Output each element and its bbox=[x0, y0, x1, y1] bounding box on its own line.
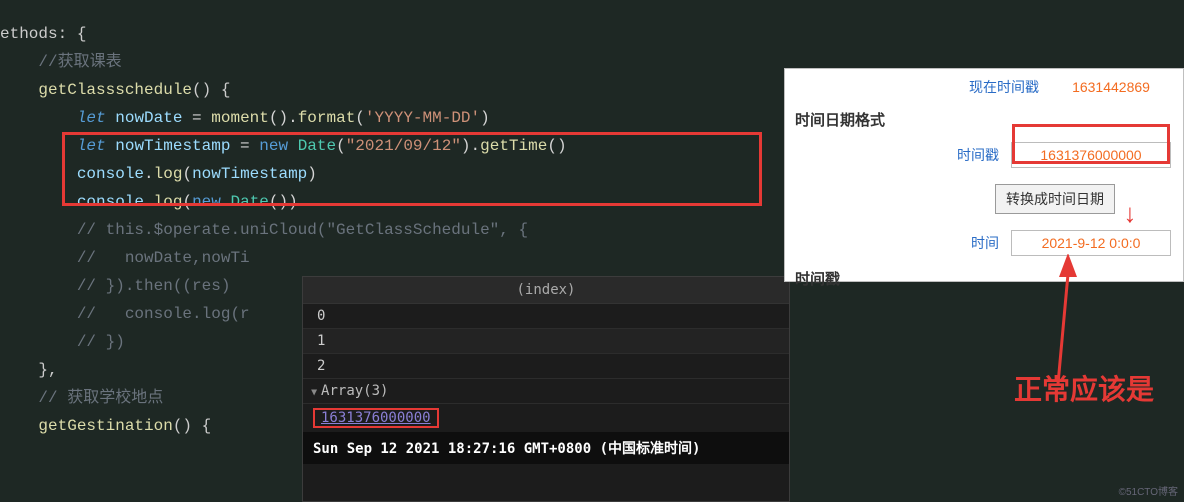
now-timestamp-value: 1631442869 bbox=[1051, 79, 1171, 95]
convert-button[interactable]: 转换成时间日期 bbox=[995, 184, 1115, 214]
watermark: ©51CTO博客 bbox=[1119, 483, 1178, 498]
arrow-down-icon: ↓ bbox=[1122, 200, 1138, 230]
code-line: ethods: { bbox=[0, 20, 1184, 48]
devtools-array[interactable]: ▶Array(3) bbox=[303, 379, 789, 404]
timestamp-input[interactable]: 1631376000000 bbox=[1011, 142, 1171, 168]
devtools-row[interactable]: 0 bbox=[303, 304, 789, 329]
annotation-text: 正常应该是 bbox=[1014, 368, 1154, 408]
devtools-header: (index) bbox=[303, 277, 789, 304]
timestamp-input-row: 时间戳 1631376000000 bbox=[785, 134, 1183, 176]
timestamp-label: 时间戳 bbox=[957, 145, 999, 165]
devtools-row[interactable]: 2 bbox=[303, 354, 789, 379]
panel-heading-timestamp: 时间戳 bbox=[785, 264, 1183, 293]
time-output[interactable]: 2021-9-12 0:0:0 bbox=[1011, 230, 1171, 256]
devtools-row[interactable]: 1 bbox=[303, 329, 789, 354]
devtools-console: (index) 0 1 2 ▶Array(3) 1631376000000 Su… bbox=[302, 276, 790, 502]
annotation-arrow bbox=[998, 254, 1078, 386]
devtools-date: Sun Sep 12 2021 18:27:16 GMT+0800 (中国标准时… bbox=[303, 432, 789, 464]
time-label: 时间 bbox=[971, 233, 999, 253]
devtools-timestamp[interactable]: 1631376000000 bbox=[313, 408, 439, 428]
now-timestamp-label: 现在时间戳 bbox=[969, 77, 1039, 97]
now-timestamp-row: 现在时间戳 1631442869 bbox=[785, 69, 1183, 105]
timestamp-converter-panel: 现在时间戳 1631442869 时间日期格式 时间戳 163137600000… bbox=[784, 68, 1184, 282]
expand-icon: ▶ bbox=[309, 389, 320, 395]
panel-heading-format: 时间日期格式 bbox=[785, 105, 1183, 134]
